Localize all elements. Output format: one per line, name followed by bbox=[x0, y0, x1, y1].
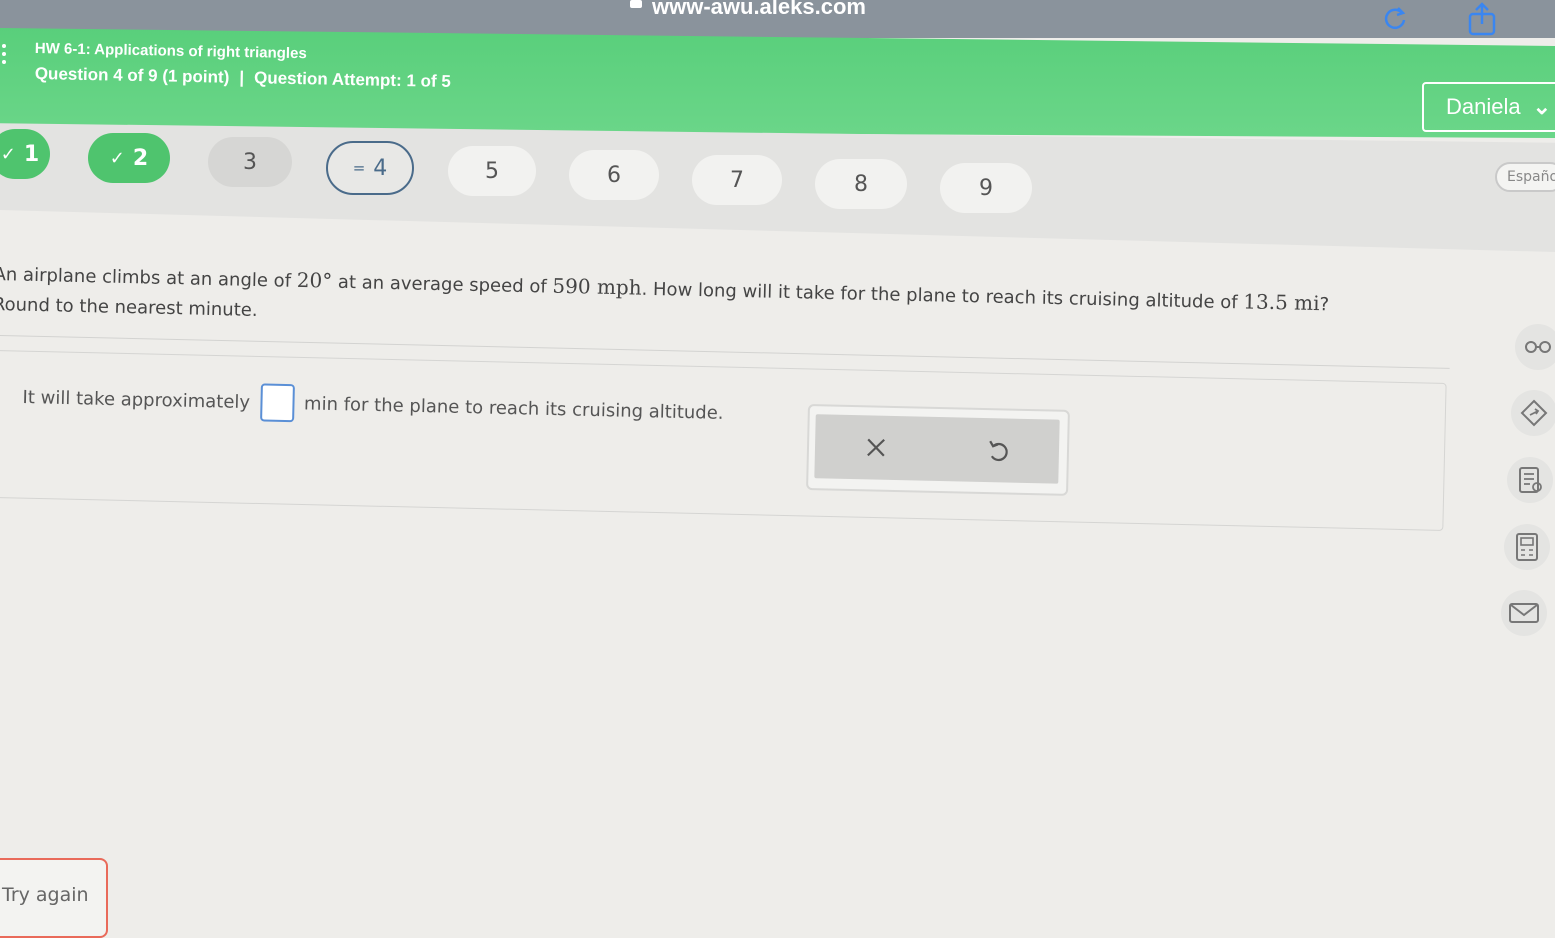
question-nav-2[interactable]: ✓ 2 bbox=[88, 133, 170, 183]
tag-icon[interactable] bbox=[1511, 390, 1555, 436]
separator: | bbox=[239, 67, 245, 88]
speed-value: 590 mph bbox=[552, 273, 642, 300]
x-icon bbox=[867, 438, 885, 457]
user-menu-button[interactable]: Daniela ⌄ bbox=[1422, 82, 1555, 132]
angle-value: 20° bbox=[296, 267, 333, 293]
reload-icon[interactable] bbox=[1378, 2, 1412, 36]
calculator-icon[interactable] bbox=[1504, 524, 1550, 570]
notes-icon[interactable] bbox=[1507, 457, 1553, 503]
attempt-info: Question Attempt: 1 of 5 bbox=[253, 68, 452, 91]
check-icon: ✓ bbox=[109, 147, 125, 169]
answer-tools-panel bbox=[814, 414, 1060, 484]
equals-icon: = bbox=[352, 159, 366, 177]
altitude-value: 13.5 mi bbox=[1243, 289, 1320, 316]
clear-button[interactable] bbox=[845, 422, 906, 473]
share-icon[interactable] bbox=[1465, 2, 1499, 36]
mail-icon[interactable] bbox=[1501, 590, 1547, 636]
menu-icon[interactable] bbox=[2, 44, 6, 64]
question-nav-6[interactable]: 6 bbox=[569, 150, 659, 200]
answer-input[interactable] bbox=[259, 383, 295, 423]
question-nav-9[interactable]: 9 bbox=[940, 163, 1032, 213]
question-nav-5[interactable]: 5 bbox=[448, 146, 536, 196]
question-nav-7[interactable]: 7 bbox=[692, 155, 782, 205]
undo-button[interactable] bbox=[967, 425, 1028, 476]
question-nav-4[interactable]: = 4 bbox=[326, 141, 414, 195]
user-name: Daniela bbox=[1446, 94, 1521, 119]
question-nav-1[interactable]: ✓ 1 bbox=[0, 129, 50, 179]
url-text: www-awu.aleks.com bbox=[652, 0, 866, 19]
glasses-icon[interactable] bbox=[1515, 324, 1555, 370]
lock-icon bbox=[630, 0, 642, 8]
chevron-down-icon: ⌄ bbox=[1532, 94, 1552, 119]
question-nav-3[interactable]: 3 bbox=[208, 137, 292, 187]
check-icon: ✓ bbox=[0, 143, 16, 165]
answer-suffix: min for the plane to reach its cruising … bbox=[303, 392, 724, 424]
answer-panel bbox=[0, 350, 1447, 531]
language-button[interactable]: Español bbox=[1495, 162, 1555, 192]
answer-tools bbox=[806, 404, 1070, 496]
url-bar[interactable]: www-awu.aleks.com bbox=[630, 0, 866, 20]
answer-prefix: It will take approximately bbox=[22, 386, 251, 413]
undo-icon bbox=[989, 440, 1008, 461]
try-again-button[interactable]: Try again bbox=[0, 858, 108, 938]
question-nav-8[interactable]: 8 bbox=[815, 159, 907, 209]
question-number: Question 4 of 9 (1 point) bbox=[34, 64, 230, 87]
